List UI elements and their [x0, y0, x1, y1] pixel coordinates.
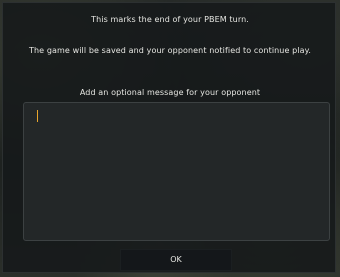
text-caret: [37, 110, 38, 122]
save-notify-text: The game will be saved and your opponent…: [29, 46, 311, 55]
end-turn-title: This marks the end of your PBEM turn.: [91, 15, 249, 24]
pbem-end-turn-dialog: This marks the end of your PBEM turn. Th…: [2, 2, 336, 273]
opponent-message-input[interactable]: [23, 102, 330, 241]
message-prompt-label: Add an optional message for your opponen…: [79, 88, 261, 97]
ok-button[interactable]: OK: [120, 249, 232, 271]
